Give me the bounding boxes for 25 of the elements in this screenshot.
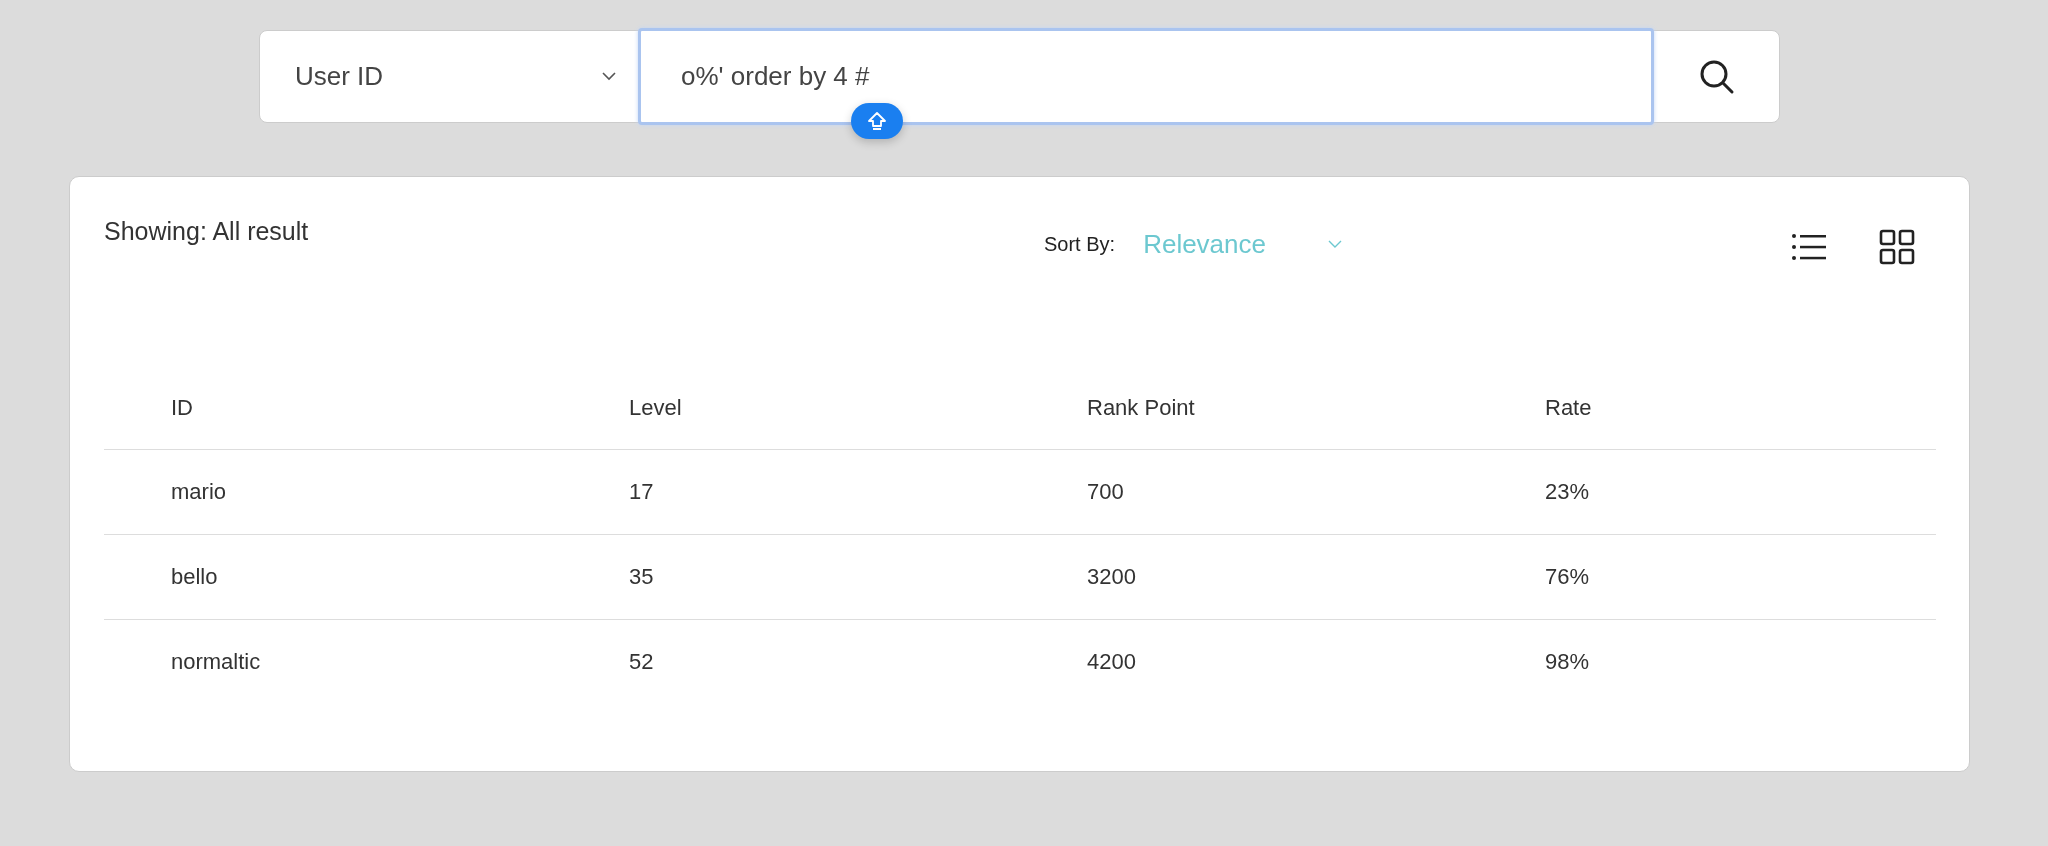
table-cell: 17: [562, 449, 1020, 535]
table-cell: 4200: [1020, 619, 1478, 704]
chevron-down-icon: [1328, 240, 1342, 249]
column-header: Level: [562, 367, 1020, 450]
chevron-down-icon: [602, 72, 616, 81]
table-cell: 23%: [1478, 449, 1936, 535]
search-input[interactable]: o%' order by 4 #: [638, 28, 1654, 125]
list-view-icon[interactable]: [1791, 233, 1827, 261]
grid-view-icon[interactable]: [1879, 229, 1915, 265]
table-cell: 3200: [1020, 534, 1478, 620]
column-header: ID: [104, 367, 562, 450]
table-cell: 700: [1020, 449, 1478, 535]
table-cell: 52: [562, 619, 1020, 704]
caps-lock-badge: [851, 103, 903, 139]
table-cell: 76%: [1478, 534, 1936, 620]
table-cell: normaltic: [104, 619, 562, 704]
table-cell: 35: [562, 534, 1020, 620]
table-cell: 98%: [1478, 619, 1936, 704]
field-select[interactable]: User ID: [260, 31, 638, 122]
table-cell: bello: [104, 534, 562, 620]
column-header: Rate: [1478, 367, 1936, 450]
showing-label: Showing: All result: [104, 217, 310, 246]
sort-label: Sort By:: [1044, 233, 1116, 256]
table-cell: mario: [104, 449, 562, 535]
column-header: Rank Point: [1020, 367, 1478, 450]
